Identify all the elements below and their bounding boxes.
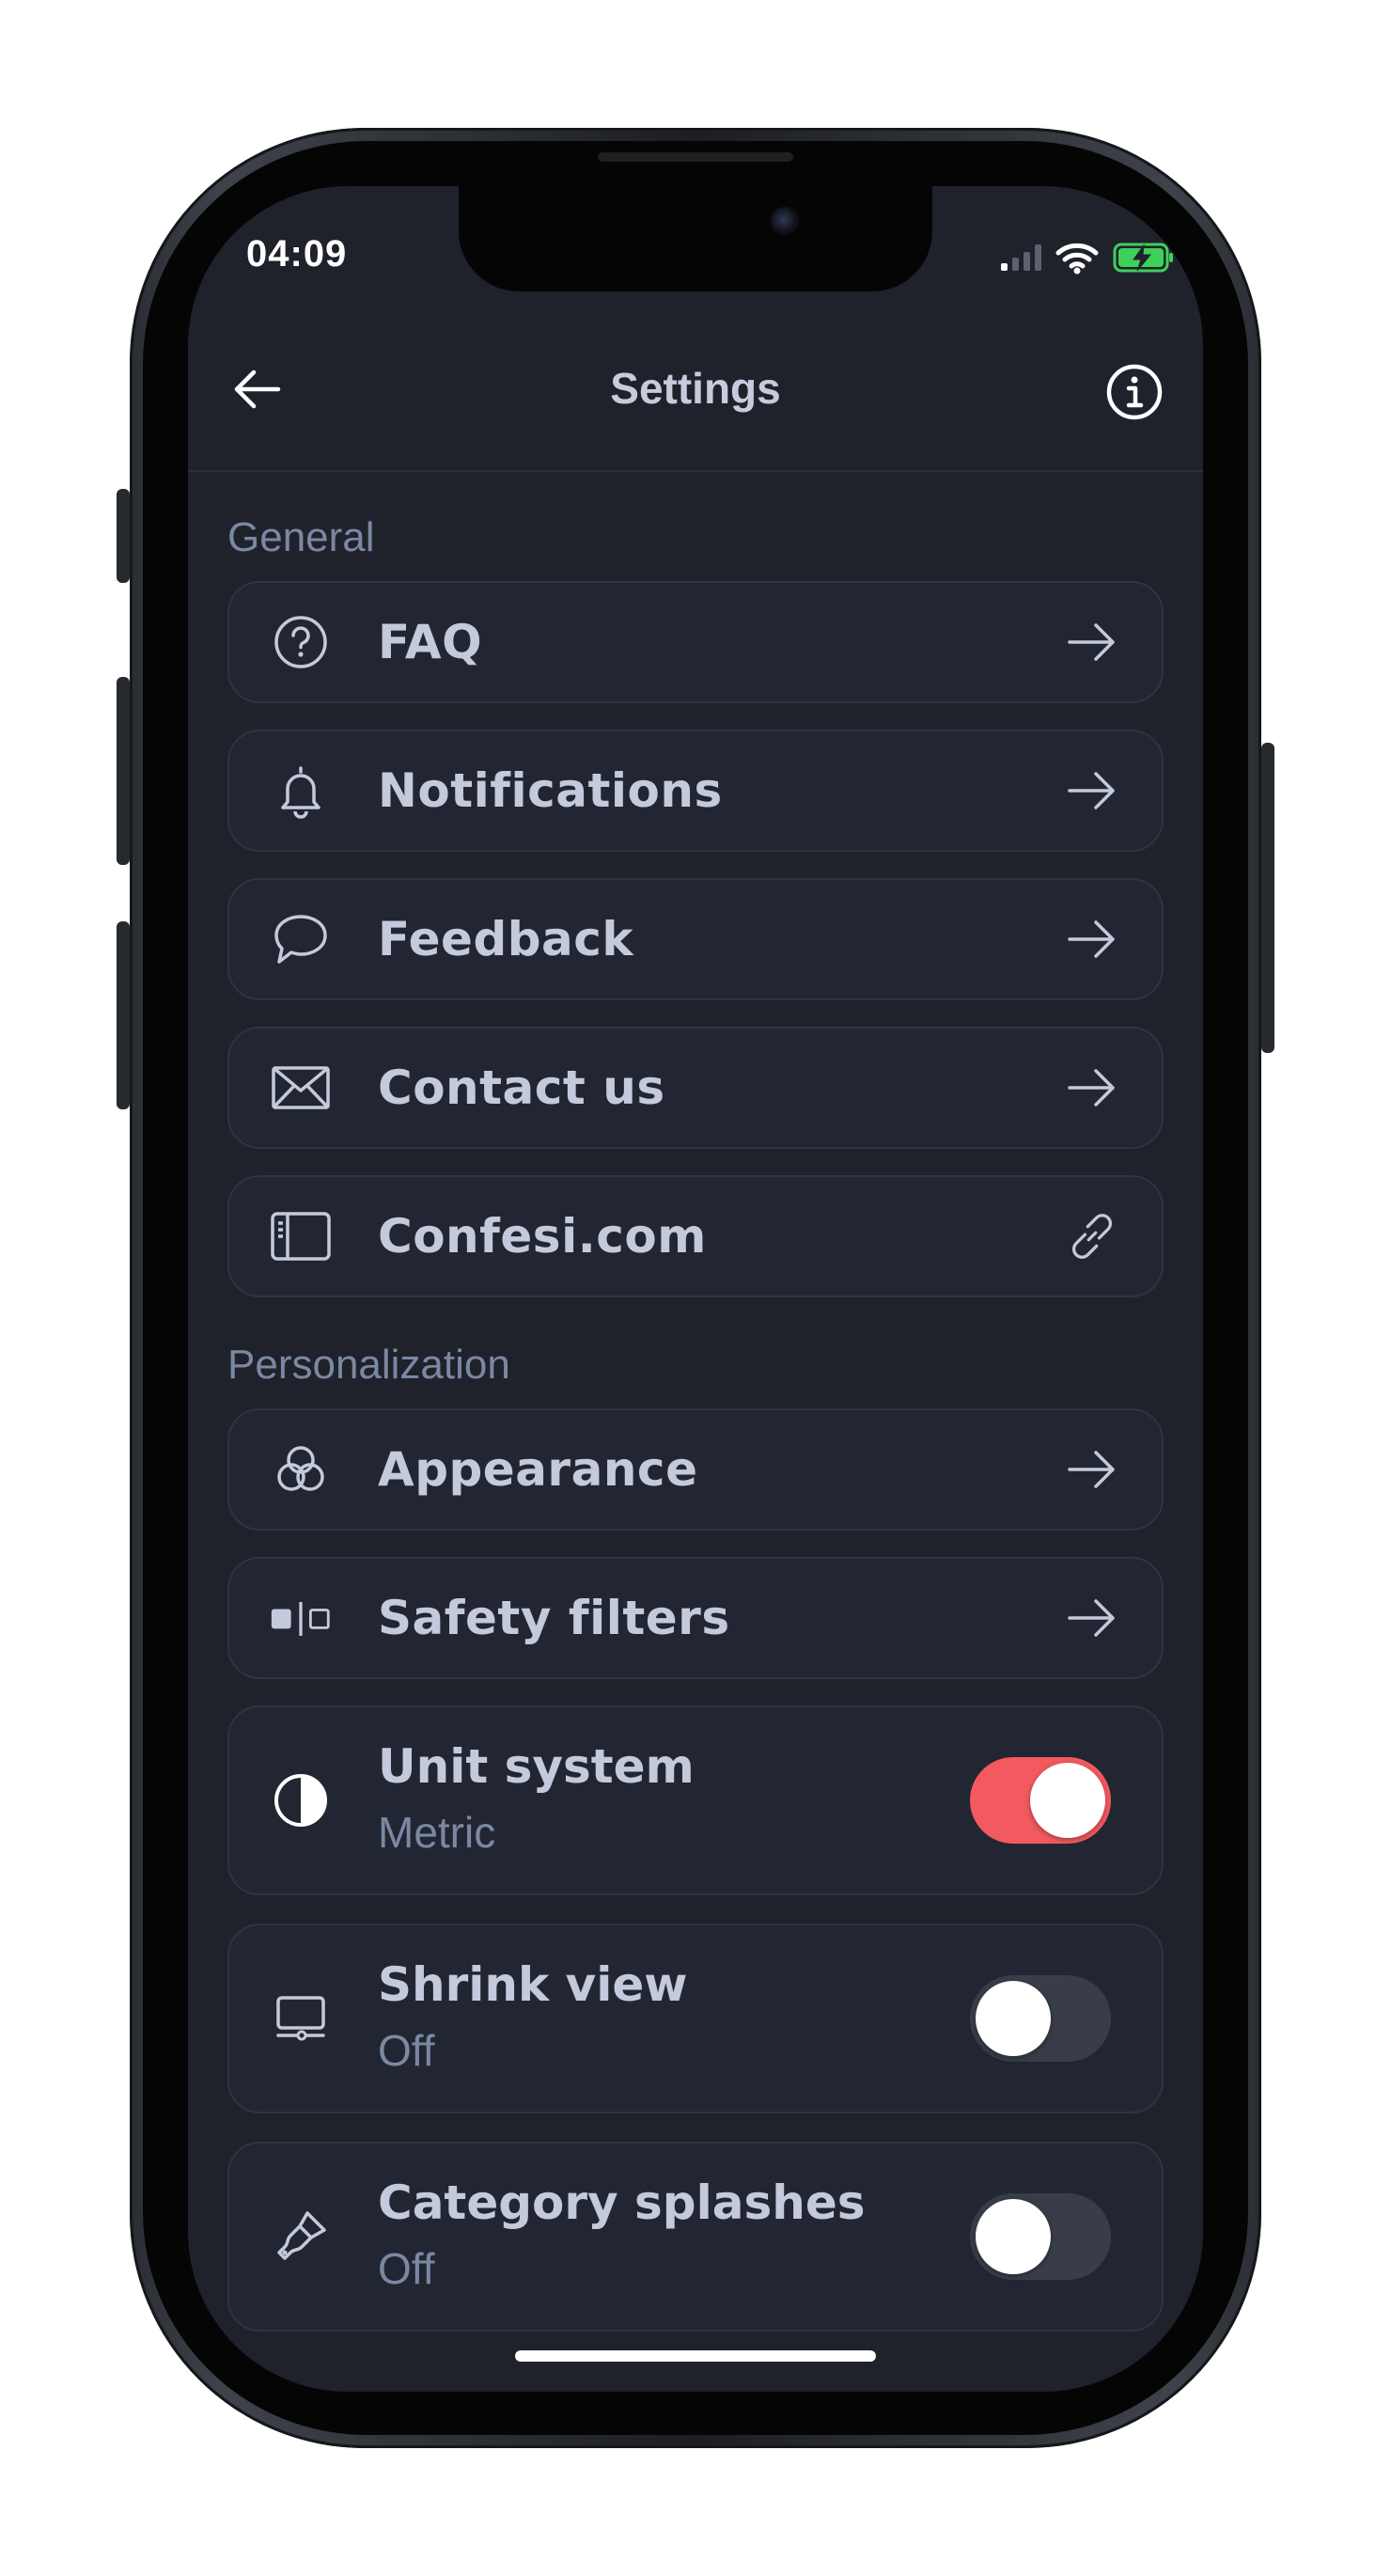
top-speaker [598,152,793,162]
link-icon [1064,1208,1120,1264]
mail-icon [269,1056,333,1120]
settings-row-confesi-com[interactable]: Confesi.com [227,1175,1164,1297]
sidebar-panel-icon [269,1204,333,1268]
toggle-knob [1030,1763,1105,1838]
arrow-right-icon [1064,762,1120,819]
arrow-right-icon [1064,911,1120,967]
row-label: Safety filters [378,1591,730,1645]
screen: 04:09 Settings General FAQ Notifications… [188,186,1203,2392]
settings-row-appearance[interactable]: Appearance [227,1408,1164,1531]
app-header: Settings [188,306,1203,472]
settings-row-unit-system[interactable]: Unit system Metric [227,1705,1164,1895]
color-circles-icon [269,1437,333,1501]
row-text: Shrink view Off [378,1957,688,2076]
unit-system-toggle[interactable] [970,1757,1111,1844]
row-text: Unit system Metric [378,1739,695,1858]
volume-up-button [117,677,130,865]
monitor-icon [269,1987,333,2050]
row-value: Off [378,2026,435,2075]
chat-bubble-icon [269,907,333,971]
power-button [1261,743,1274,1053]
section-label-general: General [227,514,375,560]
row-value: Metric [378,1808,496,1857]
section-label-personalization: Personalization [227,1342,510,1388]
settings-row-contact-us[interactable]: Contact us [227,1027,1164,1149]
row-label: Shrink view [378,1957,688,2012]
toggle-knob [976,2199,1051,2274]
half-circle-icon [269,1768,333,1832]
row-label: Appearance [378,1442,698,1497]
shrink-view-toggle[interactable] [970,1975,1111,2062]
bell-icon [269,759,333,823]
battery-charging-icon [1113,243,1173,273]
filter-boxes-icon [269,1586,333,1650]
settings-row-shrink-view[interactable]: Shrink view Off [227,1924,1164,2113]
settings-row-faq[interactable]: FAQ [227,581,1164,703]
row-label: Contact us [378,1060,665,1115]
help-circle-icon [269,610,333,674]
row-label: Feedback [378,912,634,966]
info-icon [1106,364,1163,420]
cellular-signal-icon [1001,244,1041,271]
arrow-right-icon [1064,1590,1120,1646]
notch [459,186,932,291]
arrow-right-icon [1064,614,1120,670]
volume-down-button [117,921,130,1109]
paint-brush-icon [269,2205,333,2269]
arrow-right-icon [1064,1441,1120,1498]
row-label: Category splashes [378,2175,866,2230]
settings-row-safety-filters[interactable]: Safety filters [227,1557,1164,1679]
mute-switch [117,489,130,583]
front-camera [771,207,799,235]
row-label: Notifications [378,763,723,818]
settings-row-feedback[interactable]: Feedback [227,878,1164,1000]
settings-row-category-splashes[interactable]: Category splashes Off [227,2142,1164,2332]
status-icons [1001,241,1175,275]
row-value: Off [378,2244,435,2293]
settings-row-notifications[interactable]: Notifications [227,730,1164,852]
info-button[interactable] [1103,361,1165,423]
status-time: 04:09 [246,233,348,275]
settings-list: General FAQ Notifications Feedback Conta… [227,470,1164,2360]
row-text: Category splashes Off [378,2175,866,2294]
wifi-icon [1055,243,1099,275]
category-splashes-toggle[interactable] [970,2193,1111,2280]
page-title: Settings [610,364,781,413]
arrow-right-icon [1064,1060,1120,1116]
row-label: Confesi.com [378,1209,707,1264]
row-label: Unit system [378,1739,695,1794]
toggle-knob [976,1981,1051,2056]
row-label: FAQ [378,615,483,669]
home-indicator[interactable] [515,2350,876,2362]
